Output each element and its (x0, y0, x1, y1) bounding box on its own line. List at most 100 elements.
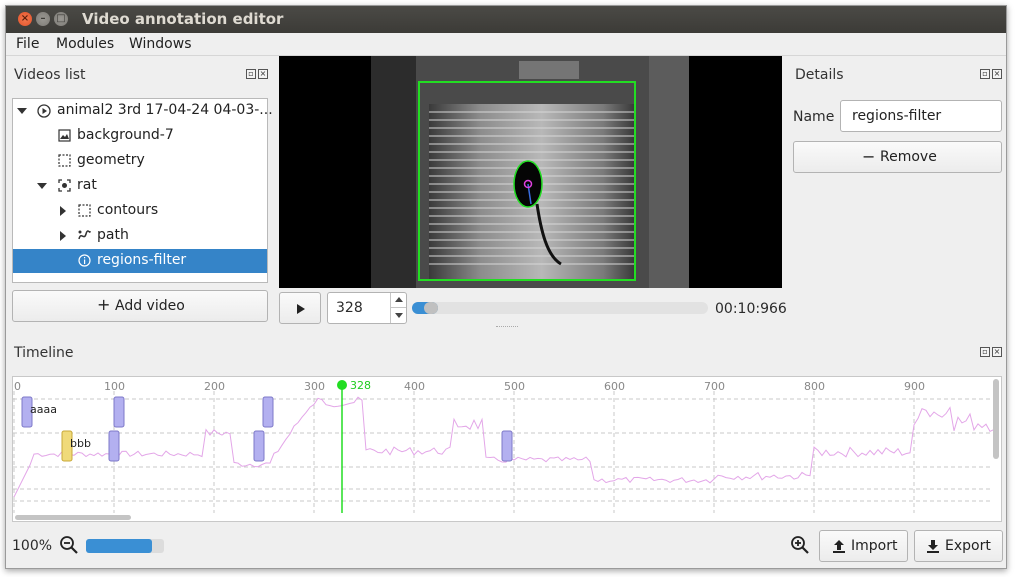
title-bar: × – □ Video annotation editor (6, 6, 1006, 33)
import-label: Import (851, 538, 898, 554)
expand-arrow-icon[interactable] (37, 183, 47, 189)
timeline-tick-label: 300 (304, 380, 325, 393)
name-field[interactable]: regions-filter (840, 100, 1002, 132)
remove-label: Remove (880, 149, 937, 165)
add-video-label: Add video (115, 298, 185, 314)
timeline-tick-label: 500 (504, 380, 525, 393)
float-panel-icon[interactable]: ▫ (980, 347, 990, 357)
timeline-view[interactable]: 0 100 200 300 400 500 600 700 800 900 aaaa bbb 328 (12, 376, 1002, 522)
tree-item-label: contours (97, 202, 159, 218)
playback-slider-handle[interactable] (424, 302, 438, 314)
timeline-tick-label: 800 (804, 380, 825, 393)
video-canvas (371, 56, 689, 288)
image-icon (58, 129, 71, 142)
zoom-slider-fill (86, 539, 152, 553)
playback-slider[interactable] (412, 302, 708, 314)
tree-item-video[interactable]: animal2 3rd 17-04-24 04-03-... (13, 99, 273, 123)
timeline-cursor-handle[interactable] (337, 380, 347, 390)
export-label: Export (945, 538, 991, 554)
zoom-out-icon[interactable] (59, 535, 79, 555)
close-panel-icon[interactable]: × (992, 69, 1002, 79)
path-icon (78, 230, 91, 240)
play-button[interactable] (279, 292, 321, 324)
upload-icon (833, 540, 845, 553)
splitter-handle[interactable] (496, 326, 518, 329)
spin-down-button[interactable] (390, 308, 406, 323)
download-icon (927, 540, 939, 553)
tree-item-regions-filter[interactable]: regions-filter (13, 249, 267, 273)
videos-tree: animal2 3rd 17-04-24 04-03-... backgroun… (12, 98, 273, 283)
arrow-down-icon (395, 313, 403, 318)
tree-item-label: animal2 3rd 17-04-24 04-03-... (57, 102, 273, 118)
timeline-dock-buttons: ▫ × (980, 347, 1002, 357)
maximize-window-button[interactable]: □ (54, 12, 68, 26)
tree-item-path[interactable]: path (13, 224, 267, 248)
dashed-square-icon (78, 204, 91, 217)
tree-item-contours[interactable]: contours (13, 199, 267, 223)
float-panel-icon[interactable]: ▫ (980, 69, 990, 79)
tree-item-background[interactable]: background-7 (13, 124, 267, 148)
tree-item-label: path (97, 227, 129, 243)
window-title: Video annotation editor (82, 10, 284, 28)
tree-item-geometry[interactable]: geometry (13, 149, 267, 173)
spin-up-button[interactable] (390, 293, 406, 308)
track-label: bbb (70, 437, 91, 450)
tree-item-label: rat (77, 177, 97, 193)
minus-icon: − (862, 147, 876, 166)
annotation-marker[interactable] (253, 430, 265, 462)
tree-item-label: regions-filter (97, 252, 187, 268)
timeline-tick-label: 600 (604, 380, 625, 393)
annotation-marker[interactable] (262, 396, 274, 428)
annotation-marker[interactable] (113, 396, 125, 428)
close-panel-icon[interactable]: × (258, 69, 268, 79)
float-panel-icon[interactable]: ▫ (246, 69, 256, 79)
annotation-marker[interactable] (108, 430, 120, 462)
remove-button[interactable]: − Remove (793, 141, 1002, 173)
videos-dock-buttons: ▫ × (246, 69, 268, 79)
add-video-button[interactable]: + Add video (12, 290, 268, 322)
details-dock-buttons: ▫ × (980, 69, 1002, 79)
timeline-tick-label: 700 (704, 380, 725, 393)
close-window-button[interactable]: × (18, 12, 32, 26)
dashed-square-icon (58, 154, 71, 167)
timeline-hscrollbar[interactable] (15, 515, 131, 520)
menu-modules[interactable]: Modules (56, 36, 114, 52)
collapse-arrow-icon[interactable] (60, 206, 66, 216)
menu-bar: File Modules Windows (6, 33, 1006, 56)
play-circle-icon (37, 104, 51, 118)
details-panel-title: Details (795, 67, 844, 83)
close-panel-icon[interactable]: × (992, 347, 1002, 357)
menu-file[interactable]: File (16, 36, 39, 52)
timeline-vscrollbar[interactable] (993, 379, 999, 459)
import-button[interactable]: Import (819, 530, 908, 562)
tree-item-label: background-7 (77, 127, 174, 143)
time-display: 00:10:966 (715, 301, 787, 317)
plus-icon: + (97, 295, 111, 314)
timeline-cursor-label: 328 (350, 379, 371, 392)
tree-item-rat[interactable]: rat (13, 174, 267, 198)
frame-spinbox[interactable]: 328 (327, 292, 407, 324)
expand-arrow-icon[interactable] (17, 108, 27, 114)
frame-value: 328 (336, 300, 363, 316)
zoom-in-icon[interactable] (790, 535, 810, 555)
play-icon (297, 304, 305, 314)
minimize-window-button[interactable]: – (36, 12, 50, 26)
tree-item-label: geometry (77, 152, 145, 168)
target-icon (58, 179, 71, 192)
collapse-arrow-icon[interactable] (60, 231, 66, 241)
timeline-tick-label: 400 (404, 380, 425, 393)
timeline-canvas: 0 100 200 300 400 500 600 700 800 900 aaaa bbb 328 (13, 379, 999, 520)
annotation-marker[interactable] (501, 430, 513, 462)
info-icon (78, 254, 91, 267)
arrow-up-icon (395, 297, 403, 302)
timeline-tick-label: 0 (14, 380, 21, 393)
videos-panel-title: Videos list (14, 67, 86, 83)
video-frame[interactable] (279, 56, 782, 288)
zoom-percent: 100% (12, 538, 53, 554)
timeline-tick-label: 100 (104, 380, 125, 393)
timeline-tick-label: 900 (904, 380, 925, 393)
menu-windows[interactable]: Windows (129, 36, 192, 52)
timeline-tick-label: 200 (204, 380, 225, 393)
export-button[interactable]: Export (914, 530, 1003, 562)
name-field-value: regions-filter (852, 108, 942, 124)
